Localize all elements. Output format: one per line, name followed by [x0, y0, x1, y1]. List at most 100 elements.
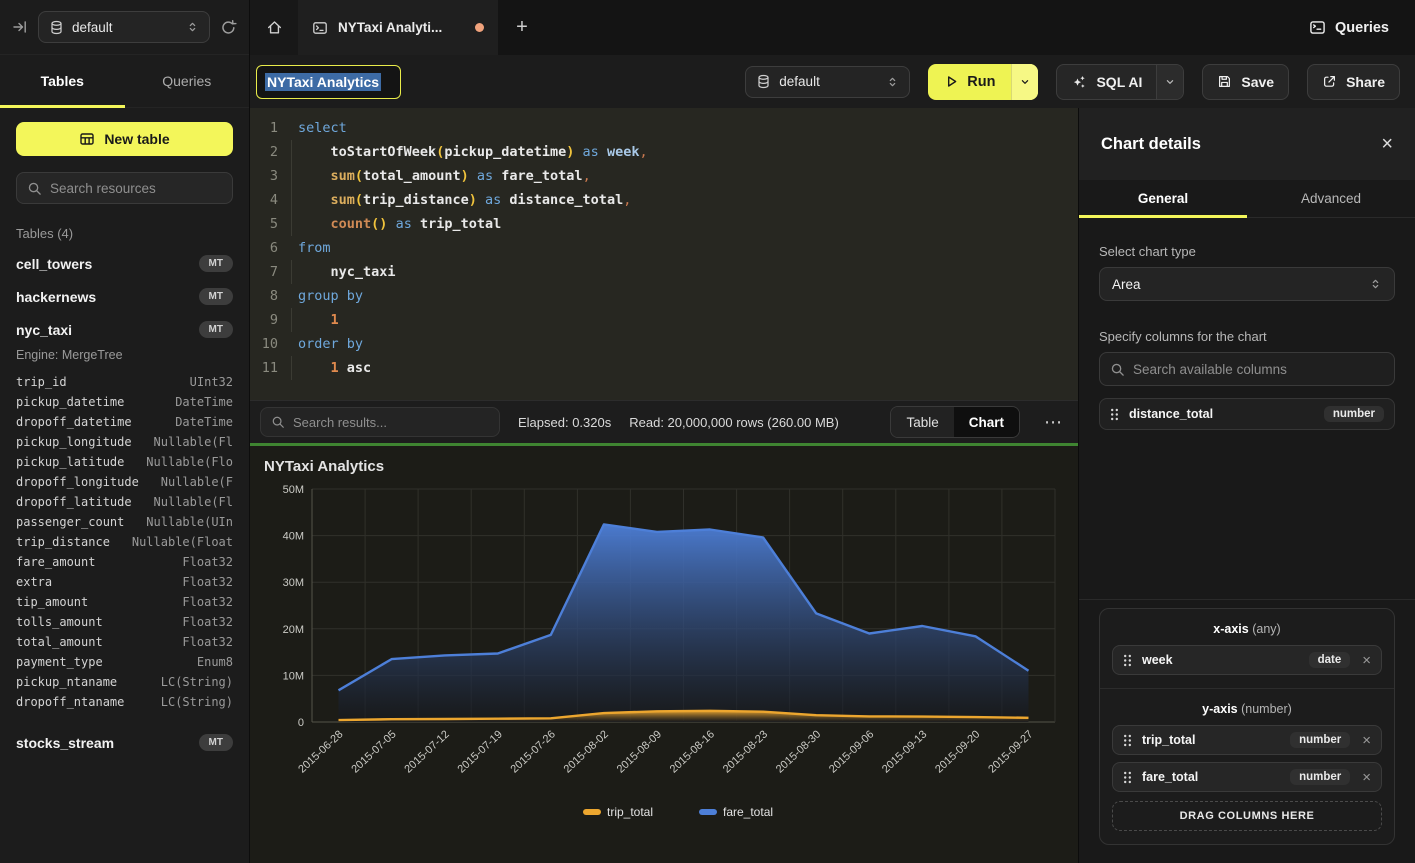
svg-text:2015-09-20: 2015-09-20	[933, 728, 982, 775]
sidebar: default Tables Queries New table Search …	[0, 0, 250, 863]
share-icon	[1322, 74, 1337, 89]
sidebar-topbar: default	[0, 0, 249, 55]
svg-text:2015-08-16: 2015-08-16	[668, 728, 717, 775]
save-button[interactable]: Save	[1202, 64, 1289, 100]
svg-text:10M: 10M	[283, 670, 304, 682]
svg-text:2015-09-13: 2015-09-13	[880, 728, 929, 775]
terminal-icon	[1309, 19, 1326, 36]
toolbar-database-select[interactable]: default	[745, 66, 910, 98]
updown-chevron-icon	[886, 75, 899, 89]
svg-text:40M: 40M	[283, 531, 304, 543]
tables-count-header: Tables (4)	[16, 226, 233, 241]
drag-handle-icon[interactable]	[1123, 771, 1132, 784]
drag-handle-icon[interactable]	[1123, 654, 1132, 667]
svg-text:2015-07-05: 2015-07-05	[349, 728, 398, 775]
chevron-down-icon	[1164, 76, 1176, 88]
search-icon	[271, 415, 285, 429]
remove-column-icon[interactable]: ×	[1362, 770, 1371, 785]
sql-ai-button[interactable]: SQL AI	[1056, 64, 1184, 100]
svg-text:2015-06-28: 2015-06-28	[296, 728, 345, 775]
code-line: 2 toStartOfWeek(pickup_datetime) as week…	[250, 140, 1078, 164]
tab-strip: NYTaxi Analyti... + Queries	[250, 0, 1415, 55]
run-options-chevron[interactable]	[1011, 64, 1038, 100]
database-icon	[756, 74, 771, 89]
svg-text:2015-07-12: 2015-07-12	[402, 728, 451, 775]
table-row-stocks-stream[interactable]: stocks_stream MT	[16, 726, 233, 759]
specify-columns-label: Specify columns for the chart	[1099, 329, 1395, 344]
panel-tabs: General Advanced	[1079, 180, 1415, 218]
tab-advanced[interactable]: Advanced	[1247, 180, 1415, 217]
available-column-distance-total[interactable]: distance_total number	[1099, 398, 1395, 430]
schema-column-row: pickup_longitudeNullable(Fl	[16, 432, 233, 452]
code-line: 8group by	[250, 284, 1078, 308]
panel-spacer	[1099, 430, 1395, 599]
drag-handle-icon[interactable]	[1110, 408, 1119, 421]
drag-handle-icon[interactable]	[1123, 734, 1132, 747]
code-line: 5 count() as trip_total	[250, 212, 1078, 236]
chart-view-button[interactable]: Chart	[954, 407, 1019, 437]
line-number: 1	[250, 116, 278, 140]
y-axis-item-fare-total[interactable]: fare_total number ×	[1112, 762, 1382, 792]
code-line: 7 nyc_taxi	[250, 260, 1078, 284]
code-lines: 1select2 toStartOfWeek(pickup_datetime) …	[250, 116, 1078, 380]
search-results-input[interactable]: Search results...	[260, 407, 500, 437]
new-tab-button[interactable]: +	[498, 0, 546, 55]
collapse-sidebar-icon[interactable]	[12, 19, 28, 35]
close-icon[interactable]: ×	[1381, 134, 1393, 154]
search-resources-input[interactable]: Search resources	[16, 172, 233, 204]
chart-type-label: Select chart type	[1099, 244, 1395, 259]
chart-type-select[interactable]: Area	[1099, 267, 1395, 301]
svg-text:2015-08-30: 2015-08-30	[774, 728, 823, 775]
refresh-icon[interactable]	[220, 19, 237, 36]
queries-top-button[interactable]: Queries	[1309, 0, 1389, 55]
share-button[interactable]: Share	[1307, 64, 1400, 100]
search-columns-input[interactable]: Search available columns	[1099, 352, 1395, 386]
schema-column-row: tolls_amountFloat32	[16, 612, 233, 632]
tab-queries[interactable]: Queries	[125, 55, 250, 107]
query-tab-nytaxi[interactable]: NYTaxi Analyti...	[298, 0, 498, 55]
svg-text:2015-09-06: 2015-09-06	[827, 728, 876, 775]
remove-column-icon[interactable]: ×	[1362, 733, 1371, 748]
new-table-button[interactable]: New table	[16, 122, 233, 156]
column-type-badge: number	[1290, 732, 1350, 748]
table-row-hackernews[interactable]: hackernews MT	[16, 280, 233, 313]
engine-label: Engine: MergeTree	[16, 348, 233, 362]
svg-text:fare_total: fare_total	[723, 805, 773, 819]
tab-general[interactable]: General	[1079, 180, 1247, 217]
x-axis-item-week[interactable]: week date ×	[1112, 645, 1382, 675]
table-row-nyc-taxi[interactable]: nyc_taxi MT	[16, 313, 233, 346]
app-root: default Tables Queries New table Search …	[0, 0, 1415, 863]
y-axis-item-trip-total[interactable]: trip_total number ×	[1112, 725, 1382, 755]
table-row-cell-towers[interactable]: cell_towers MT	[16, 247, 233, 280]
sql-editor[interactable]: 1select2 toStartOfWeek(pickup_datetime) …	[250, 108, 1078, 400]
svg-text:2015-07-19: 2015-07-19	[456, 728, 505, 775]
schema-column-row: extraFloat32	[16, 572, 233, 592]
schema-column-row: pickup_datetimeDateTime	[16, 392, 233, 412]
sql-ai-options-chevron[interactable]	[1156, 65, 1183, 99]
chart-container: 010M20M30M40M50M2015-06-282015-07-052015…	[250, 446, 1078, 863]
code-line: 11 1 asc	[250, 356, 1078, 380]
search-icon	[27, 181, 42, 196]
run-button[interactable]: Run	[928, 64, 1038, 100]
drag-columns-drop-zone[interactable]: DRAG COLUMNS HERE	[1112, 801, 1382, 831]
x-axis-header: x-axis (any)	[1112, 618, 1382, 645]
active-tab-underline	[0, 105, 125, 108]
schema-column-row: trip_idUInt32	[16, 372, 233, 392]
tab-tables[interactable]: Tables	[0, 55, 125, 107]
svg-text:NYTaxi Analytics: NYTaxi Analytics	[264, 458, 384, 475]
table-view-button[interactable]: Table	[891, 407, 953, 437]
home-tab[interactable]	[250, 0, 298, 55]
database-select[interactable]: default	[38, 11, 210, 43]
more-options-icon[interactable]: ⋯	[1038, 412, 1068, 433]
schema-column-row: payment_typeEnum8	[16, 652, 233, 672]
updown-chevron-icon	[186, 20, 199, 34]
query-title-input[interactable]: NYTaxi Analytics	[256, 65, 401, 99]
results-toolbar: Search results... Elapsed: 0.320s Read: …	[250, 400, 1078, 443]
query-toolbar: NYTaxi Analytics default Run SQL A	[250, 55, 1415, 108]
svg-text:trip_total: trip_total	[607, 805, 653, 819]
remove-column-icon[interactable]: ×	[1362, 653, 1371, 668]
schema-column-row: dropoff_ntanameLC(String)	[16, 692, 233, 712]
schema-column-row: pickup_latitudeNullable(Flo	[16, 452, 233, 472]
schema-column-row: total_amountFloat32	[16, 632, 233, 652]
view-toggle: Table Chart	[890, 406, 1020, 438]
